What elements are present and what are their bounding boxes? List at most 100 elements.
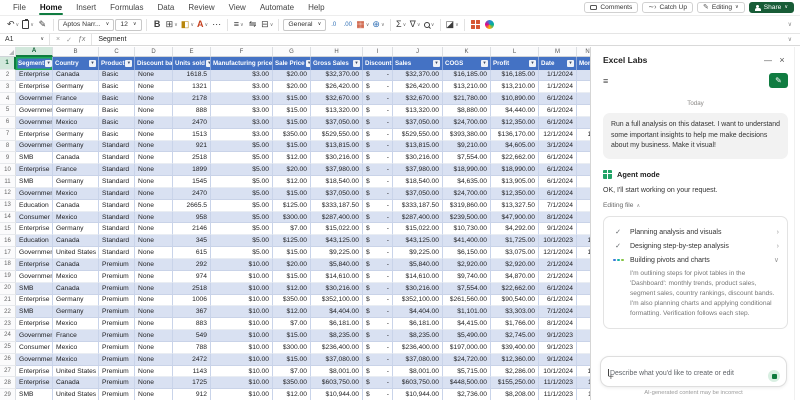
cell[interactable]: $15.00 bbox=[273, 141, 311, 153]
cell[interactable]: Standard bbox=[99, 164, 135, 176]
cell[interactable]: 8 bbox=[577, 212, 590, 224]
cell[interactable]: $- bbox=[363, 105, 393, 117]
cell[interactable]: $- bbox=[363, 389, 393, 400]
cell[interactable]: Basic bbox=[99, 117, 135, 129]
cell[interactable]: None bbox=[135, 223, 173, 235]
table-header-cell[interactable]: Profit▾ bbox=[491, 57, 539, 70]
editing-file-toggle[interactable]: Editing file ∧ bbox=[603, 202, 788, 209]
cell[interactable]: $13,905.00 bbox=[491, 176, 539, 188]
cell[interactable]: $24,700.00 bbox=[443, 117, 491, 129]
cell[interactable]: $4,404.00 bbox=[393, 306, 443, 318]
cell[interactable]: $352,100.00 bbox=[311, 295, 363, 307]
cell[interactable]: $- bbox=[363, 129, 393, 141]
cell[interactable]: $10.00 bbox=[211, 306, 273, 318]
column-header-J[interactable]: J bbox=[393, 47, 443, 57]
cell[interactable]: $10.00 bbox=[211, 271, 273, 283]
cell[interactable]: 6 bbox=[577, 176, 590, 188]
filter-dropdown-icon[interactable]: ▾ bbox=[481, 60, 488, 67]
row-header-6[interactable]: 6 bbox=[0, 117, 16, 129]
row-header-8[interactable]: 8 bbox=[0, 141, 16, 153]
cell[interactable]: $5.00 bbox=[211, 176, 273, 188]
panel-minimize-button[interactable]: — bbox=[762, 56, 774, 65]
cell[interactable]: $1,725.00 bbox=[491, 235, 539, 247]
cell[interactable]: $603,750.00 bbox=[311, 377, 363, 389]
cell[interactable]: $15.00 bbox=[273, 93, 311, 105]
cell[interactable]: 7 bbox=[577, 306, 590, 318]
cell[interactable]: $12,350.00 bbox=[491, 117, 539, 129]
cell[interactable]: $10.00 bbox=[211, 295, 273, 307]
column-header-N[interactable]: N bbox=[577, 47, 590, 57]
cell[interactable]: SMB bbox=[16, 389, 53, 400]
cell[interactable]: $10.00 bbox=[211, 330, 273, 342]
cell[interactable]: None bbox=[135, 117, 173, 129]
cell[interactable]: 6/1/2024 bbox=[539, 164, 577, 176]
cell[interactable]: $- bbox=[363, 235, 393, 247]
cell[interactable]: None bbox=[135, 306, 173, 318]
cell[interactable]: $- bbox=[363, 295, 393, 307]
cell[interactable]: 8 bbox=[577, 318, 590, 330]
cell[interactable]: $136,170.00 bbox=[491, 129, 539, 141]
cell[interactable]: None bbox=[135, 188, 173, 200]
cell[interactable]: $8,208.00 bbox=[491, 389, 539, 400]
cell[interactable]: Consumer bbox=[16, 342, 53, 354]
cell[interactable]: 6/1/2024 bbox=[539, 93, 577, 105]
comments-button[interactable]: Comments bbox=[584, 2, 638, 13]
cell[interactable]: France bbox=[53, 164, 99, 176]
menu-tab-data[interactable]: Data bbox=[150, 0, 181, 15]
cell[interactable]: $30,216.00 bbox=[393, 152, 443, 164]
cell[interactable]: $- bbox=[363, 330, 393, 342]
cell[interactable]: $2,286.00 bbox=[491, 366, 539, 378]
cell[interactable]: $5,490.00 bbox=[443, 330, 491, 342]
cell[interactable]: None bbox=[135, 141, 173, 153]
cell[interactable]: $- bbox=[363, 306, 393, 318]
row-header-1[interactable]: 1 bbox=[0, 57, 16, 70]
cell[interactable]: $8,880.00 bbox=[443, 105, 491, 117]
cell[interactable]: 10 bbox=[577, 235, 590, 247]
column-header-B[interactable]: B bbox=[53, 47, 99, 57]
cell[interactable]: $24,700.00 bbox=[443, 188, 491, 200]
cell[interactable]: $13,320.00 bbox=[393, 105, 443, 117]
cell[interactable]: $- bbox=[363, 164, 393, 176]
cell[interactable]: 1/1/2024 bbox=[539, 81, 577, 93]
cell[interactable]: $32,370.00 bbox=[393, 70, 443, 82]
cell[interactable]: 883 bbox=[173, 318, 211, 330]
cell[interactable]: $- bbox=[363, 283, 393, 295]
cell[interactable]: $20.00 bbox=[273, 81, 311, 93]
cell[interactable]: None bbox=[135, 354, 173, 366]
cell[interactable]: 9/1/2024 bbox=[539, 354, 577, 366]
cell[interactable]: $- bbox=[363, 318, 393, 330]
cell[interactable]: $2,736.00 bbox=[443, 389, 491, 400]
cell[interactable]: $12.00 bbox=[273, 152, 311, 164]
cell[interactable]: $- bbox=[363, 366, 393, 378]
row-header-27[interactable]: 27 bbox=[0, 366, 16, 378]
hamburger-menu-icon[interactable]: ≡ bbox=[603, 76, 608, 86]
cell[interactable]: Government bbox=[16, 247, 53, 259]
cell[interactable]: $37,080.00 bbox=[393, 354, 443, 366]
merge-cells-button[interactable]: ⊟∨ bbox=[260, 18, 274, 32]
cell[interactable]: Standard bbox=[99, 235, 135, 247]
cell[interactable]: $37,050.00 bbox=[311, 117, 363, 129]
cell[interactable]: Government bbox=[16, 271, 53, 283]
cell[interactable]: $32,670.00 bbox=[393, 93, 443, 105]
cell[interactable]: $3.00 bbox=[211, 117, 273, 129]
cell[interactable]: 6 bbox=[577, 164, 590, 176]
cell[interactable]: $90,540.00 bbox=[491, 295, 539, 307]
undo-button[interactable]: ↶∨ bbox=[6, 18, 20, 32]
bold-button[interactable]: B bbox=[151, 18, 164, 32]
cell[interactable]: $13,327.50 bbox=[491, 200, 539, 212]
cell[interactable]: $30,216.00 bbox=[393, 283, 443, 295]
cell[interactable]: 6 bbox=[577, 93, 590, 105]
filter-dropdown-icon[interactable]: ▾ bbox=[529, 60, 536, 67]
row-header-16[interactable]: 16 bbox=[0, 235, 16, 247]
cell[interactable]: $352,100.00 bbox=[393, 295, 443, 307]
cell[interactable]: $- bbox=[363, 271, 393, 283]
cell[interactable]: $5.00 bbox=[211, 152, 273, 164]
cell[interactable]: $37,050.00 bbox=[311, 188, 363, 200]
row-header-19[interactable]: 19 bbox=[0, 271, 16, 283]
cell[interactable]: $9,740.00 bbox=[443, 271, 491, 283]
cell[interactable]: $- bbox=[363, 70, 393, 82]
cell[interactable]: $- bbox=[363, 342, 393, 354]
row-header-2[interactable]: 2 bbox=[0, 70, 16, 82]
cell[interactable]: Mexico bbox=[53, 117, 99, 129]
cell[interactable]: $15.00 bbox=[273, 247, 311, 259]
